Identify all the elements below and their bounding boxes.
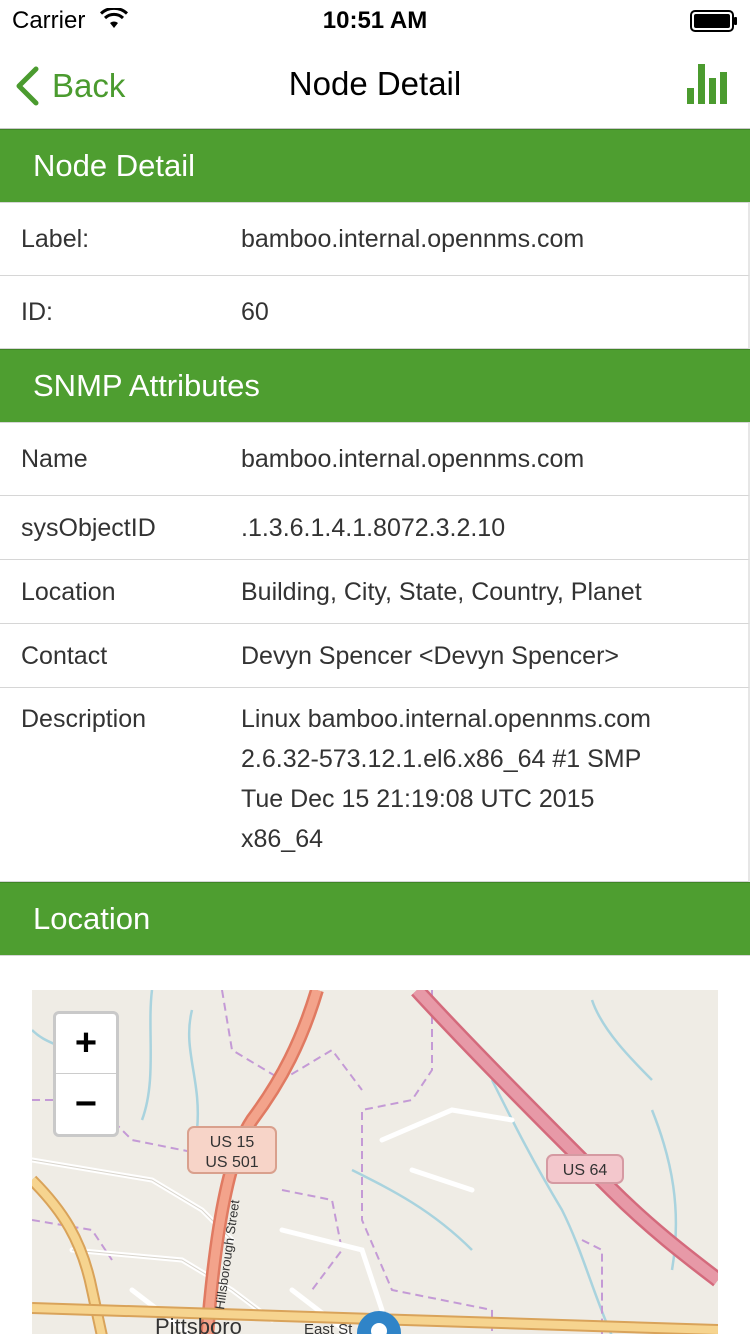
row-value: bamboo.internal.opennms.com — [241, 225, 585, 253]
us15-label: US 15 — [210, 1134, 255, 1151]
row-label: Name — [21, 444, 88, 473]
row-label: Contact — [21, 641, 108, 670]
status-bar: Carrier 10:51 AM — [0, 0, 750, 40]
row-label: sysObjectID — [21, 513, 156, 542]
section-header-snmp-attributes: SNMP Attributes — [0, 349, 750, 423]
table-row: Contact Devyn Spencer <Devyn Spencer> — [0, 624, 750, 688]
row-label: Location — [21, 577, 116, 606]
zoom-control: + − — [53, 1011, 119, 1137]
zoom-in-button[interactable]: + — [56, 1014, 116, 1074]
row-value: Devyn Spencer <Devyn Spencer> — [241, 641, 619, 670]
row-label: Description — [21, 705, 147, 733]
row-label: Label: — [21, 224, 90, 253]
content: Node Detail Label: bamboo.internal.openn… — [0, 129, 750, 1334]
row-value: 60 — [241, 298, 269, 326]
table-row: Location Building, City, State, Country,… — [0, 560, 750, 624]
section-header-node-detail: Node Detail — [0, 129, 750, 203]
row-value-description: Linux bamboo.internal.opennms.com 2.6.32… — [241, 699, 748, 859]
description-line: 2.6.32-573.12.1.el6.x86_64 #1 SMP — [241, 745, 642, 773]
table-row: Description Linux bamboo.internal.opennm… — [0, 688, 750, 882]
battery-icon — [690, 10, 737, 32]
table-row: ID: 60 — [0, 276, 750, 349]
page-title: Node Detail — [288, 65, 462, 102]
zoom-out-button[interactable]: − — [56, 1074, 116, 1134]
location-map[interactable]: US 15 US 501 US 64 Hillsborough Street P… — [32, 990, 718, 1334]
map-container: US 15 US 501 US 64 Hillsborough Street P… — [0, 956, 750, 1334]
table-row: Name bamboo.internal.opennms.com — [0, 423, 750, 496]
us64-label: US 64 — [563, 1162, 608, 1179]
map-tiles: US 15 US 501 US 64 Hillsborough Street P… — [32, 990, 718, 1334]
row-value: .1.3.6.1.4.1.8072.3.2.10 — [241, 513, 506, 542]
us501-label: US 501 — [205, 1154, 258, 1171]
table-row: Label: bamboo.internal.opennms.com — [0, 203, 750, 276]
description-line: Linux bamboo.internal.opennms.com — [241, 705, 651, 733]
town-label: Pittsboro — [155, 1314, 242, 1334]
description-line: x86_64 — [241, 825, 324, 853]
status-time: 10:51 AM — [322, 7, 428, 34]
us15-shield: US 15 US 501 — [187, 1126, 277, 1174]
bar-chart-icon[interactable] — [684, 60, 732, 106]
section-header-location: Location — [0, 882, 750, 956]
row-value: Building, City, State, Country, Planet — [241, 577, 642, 606]
description-line: Tue Dec 15 21:19:08 UTC 2015 — [241, 785, 595, 813]
navigation-bar: Back Node Detail — [0, 40, 750, 129]
row-label: ID: — [21, 297, 53, 326]
table-row: sysObjectID .1.3.6.1.4.1.8072.3.2.10 — [0, 496, 750, 560]
us64-shield: US 64 — [546, 1154, 624, 1184]
east-st-label: East St — [304, 1321, 353, 1334]
row-value: bamboo.internal.opennms.com — [241, 445, 585, 473]
